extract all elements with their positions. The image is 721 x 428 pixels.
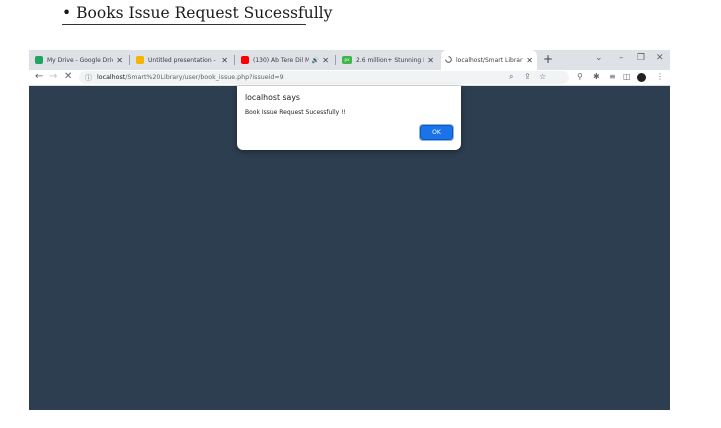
tab-title: localhost/Smart Library/u [456, 56, 523, 64]
tab-close-icon[interactable]: ✕ [116, 56, 123, 65]
side-panel-icon[interactable]: ◫ [623, 72, 631, 81]
more-menu-icon[interactable]: ⋮ [656, 72, 664, 81]
url-host: localhost [97, 74, 126, 81]
tab-close-icon[interactable]: ✕ [526, 56, 533, 65]
audio-playing-icon[interactable]: 🔊 [312, 57, 319, 64]
address-url: localhost/Smart%20Library/user/book_issu… [97, 74, 284, 81]
minimize-button[interactable]: – [619, 53, 624, 63]
tab-close-icon[interactable]: ✕ [221, 56, 228, 65]
tab-title: (130) Ab Tere Dil Mei [253, 56, 309, 64]
chevron-down-icon[interactable]: ⌄ [595, 53, 603, 63]
loading-icon [445, 56, 452, 64]
google-drive-icon [35, 56, 43, 64]
tab-close-icon[interactable]: ✕ [427, 56, 434, 65]
window-close-button[interactable]: ✕ [656, 53, 664, 63]
stop-icon[interactable]: ✕ [64, 71, 72, 82]
share-icon[interactable]: ⇪ [524, 72, 531, 81]
tab-title: Untitled presentation - Go [148, 56, 219, 64]
tab-strip: My Drive - Google Drive ✕ Untitled prese… [29, 50, 670, 70]
forward-arrow-icon[interactable]: → [49, 71, 57, 82]
url-path: /Smart%20Library/user/book_issue.php?iss… [125, 74, 284, 81]
alert-dialog: localhost says Book Issue Request Sucess… [237, 86, 461, 150]
zoom-icon[interactable]: ⌕ [509, 72, 513, 82]
dialog-title: localhost says [245, 93, 300, 102]
dialog-message: Book Issue Request Sucessfully !! [245, 109, 346, 116]
caption-bullet: • [62, 4, 72, 22]
google-slides-icon [136, 56, 144, 64]
tab-pixabay[interactable]: px 2.6 million+ Stunning Fre ✕ [338, 50, 438, 70]
bookmark-star-icon[interactable]: ☆ [539, 72, 546, 81]
address-bar[interactable]: ⓘ localhost/Smart%20Library/user/book_is… [79, 71, 569, 84]
tab-title: My Drive - Google Drive [47, 56, 114, 64]
tab-divider [335, 55, 336, 65]
restore-button[interactable]: ❐ [637, 53, 645, 63]
tab-google-slides[interactable]: Untitled presentation - Go ✕ [132, 50, 232, 70]
tab-localhost[interactable]: localhost/Smart Library/u ✕ [441, 50, 537, 70]
browser-toolbar: ← → ✕ ⓘ localhost/Smart%20Library/user/b… [29, 70, 670, 86]
tab-google-drive[interactable]: My Drive - Google Drive ✕ [31, 50, 127, 70]
info-icon[interactable]: ⓘ [85, 73, 92, 83]
back-arrow-icon[interactable]: ← [35, 71, 43, 82]
tab-title: 2.6 million+ Stunning Fre [356, 56, 424, 64]
reading-list-icon[interactable]: ≡ [609, 72, 616, 81]
avatar[interactable] [637, 73, 646, 82]
tab-youtube[interactable]: (130) Ab Tere Dil Mei 🔊 ✕ [237, 50, 333, 70]
puzzle-icon[interactable]: ✱ [593, 72, 600, 81]
browser-window: My Drive - Google Drive ✕ Untitled prese… [29, 50, 670, 410]
caption-underline [62, 24, 306, 25]
caption-text: Books Issue Request Sucessfully [76, 4, 333, 22]
tab-divider [234, 55, 235, 65]
youtube-icon [241, 56, 249, 64]
tab-divider [129, 55, 130, 65]
ok-button[interactable]: OK [420, 125, 453, 140]
tab-close-icon[interactable]: ✕ [322, 56, 329, 65]
new-tab-button[interactable]: + [543, 52, 553, 66]
caption: • Books Issue Request Sucessfully [62, 4, 332, 24]
extension-icon[interactable]: ⚲ [577, 72, 583, 81]
pixabay-icon: px [342, 56, 352, 64]
